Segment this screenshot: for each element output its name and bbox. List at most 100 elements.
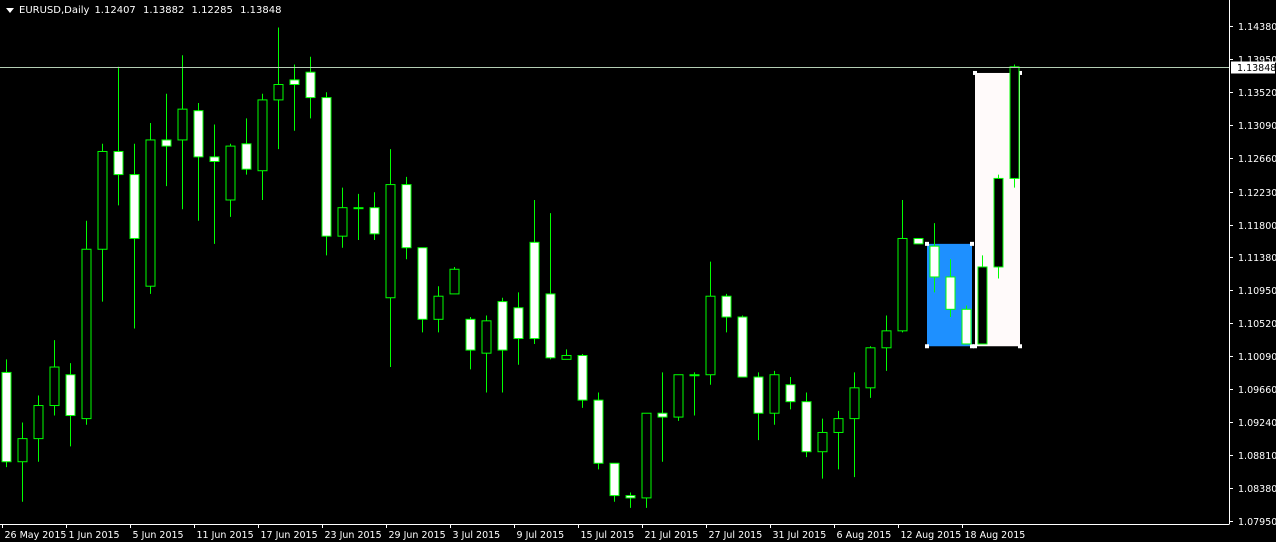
candle-body-bull (97, 150, 108, 250)
candle-body-bear (625, 495, 636, 499)
price-tick-label: 1.11800 (1238, 221, 1276, 232)
time-tick-label: 6 Aug 2015 (837, 530, 892, 541)
candle-body-bear (529, 241, 540, 340)
time-tick-label: 27 Jul 2015 (709, 530, 763, 541)
candle-body-bull (881, 330, 892, 349)
candle-body-bull (449, 268, 460, 295)
chart-background (0, 0, 1276, 542)
candle-body-bear (801, 401, 812, 453)
time-tick-label: 29 Jun 2015 (389, 530, 446, 541)
candle-body-bear (577, 354, 588, 401)
candle-body-bear (369, 207, 380, 235)
candle (1, 359, 12, 468)
close-value: 1.13848 (240, 4, 282, 16)
candle (673, 374, 684, 421)
price-tick-label: 1.13090 (1238, 121, 1276, 132)
candle-body-bear (513, 307, 524, 340)
candle-body-bull (561, 354, 572, 360)
symbol-info-bar: EURUSD,Daily 1.12407 1.13882 1.12285 1.1… (4, 3, 285, 17)
candle (1009, 64, 1020, 188)
time-tick-label: 11 Jun 2015 (197, 530, 254, 541)
candle-body-bear (129, 174, 140, 239)
candle-body-bull (817, 431, 828, 453)
candle-body-bear (593, 399, 604, 464)
candle (145, 122, 156, 294)
candle-body-bull (145, 139, 156, 287)
candle (737, 315, 748, 378)
low-value: 1.12285 (191, 4, 233, 16)
candle (641, 412, 652, 508)
selection-handle[interactable] (925, 344, 929, 349)
dropdown-triangle-icon[interactable] (6, 7, 14, 13)
candle-body-bull (849, 387, 860, 420)
candle-body-bull (385, 184, 396, 299)
candle-body-bear (321, 97, 332, 237)
candle-body-bear (785, 384, 796, 403)
time-tick-label: 31 Jul 2015 (773, 530, 827, 541)
candle (993, 174, 1004, 279)
candle-body-bull (705, 295, 716, 376)
candle-body-bear (465, 318, 476, 351)
candle-body-bear (401, 184, 412, 249)
time-tick-label: 12 Aug 2015 (901, 530, 962, 541)
candle-body-bear (753, 376, 764, 414)
selection-handle[interactable] (970, 241, 974, 246)
chart-window[interactable]: 1.14380 1.13950 1.13520 1.13090 1.12660 1.122… (0, 0, 1276, 542)
time-tick-label: 21 Jul 2015 (645, 530, 699, 541)
candle-body-bull (993, 177, 1004, 268)
selection-handle[interactable] (1018, 344, 1022, 349)
candle-body-bear (209, 156, 220, 162)
candle (449, 266, 460, 295)
time-tick-label: 5 Jun 2015 (133, 530, 184, 541)
candle-body-bear (737, 316, 748, 378)
candle-body-bear (241, 143, 252, 170)
price-tick-label: 1.14380 (1238, 22, 1276, 33)
candle-body-bull (833, 418, 844, 433)
candle (593, 392, 604, 470)
selection-handle[interactable] (973, 70, 977, 75)
candle-body-bear (305, 71, 316, 99)
symbol-timeframe: EURUSD,Daily (19, 4, 90, 16)
price-tick-label: 1.09660 (1238, 385, 1276, 396)
candle (401, 176, 412, 260)
candle-body-bull (337, 207, 348, 237)
price-tick-label: 1.10520 (1238, 319, 1276, 330)
candle (417, 247, 428, 333)
candle-body-bear (721, 295, 732, 318)
price-tick-label: 1.08810 (1238, 451, 1276, 462)
candle-body-bear (497, 301, 508, 351)
candle-body-bull (17, 438, 28, 463)
candle-body-bull (177, 108, 188, 141)
candle-body-bear (657, 412, 668, 418)
time-tick-label: 17 Jun 2015 (261, 530, 318, 541)
time-tick-label: 23 Jun 2015 (325, 530, 382, 541)
ohlc-values: 1.12407 1.13882 1.12285 1.13848 (94, 5, 285, 16)
candle-body-bear (945, 276, 956, 310)
candle-body-bull (769, 374, 780, 414)
candle-body-bear (193, 110, 204, 158)
candle-body-bear (545, 293, 556, 359)
time-tick-label: 26 May 2015 (5, 530, 67, 541)
candle-body-bear (113, 150, 124, 176)
candle-body-bull (273, 84, 284, 101)
selection-handle[interactable] (925, 241, 929, 246)
price-tick-label: 1.07950 (1238, 517, 1276, 528)
price-tick-label: 1.13520 (1238, 88, 1276, 99)
open-value: 1.12407 (94, 4, 136, 16)
candle-body-bull (257, 99, 268, 172)
high-value: 1.13882 (142, 4, 185, 16)
price-tick-label: 1.09240 (1238, 418, 1276, 429)
time-tick-label: 15 Jul 2015 (581, 530, 635, 541)
price-tick-label: 1.12230 (1238, 188, 1276, 199)
candle-body-bull (81, 248, 92, 420)
time-tick-label: 9 Jul 2015 (517, 530, 565, 541)
price-tick-label: 1.10950 (1238, 286, 1276, 297)
time-tick-label: 1 Jun 2015 (69, 530, 120, 541)
selection-handle[interactable] (973, 344, 977, 349)
candle (961, 305, 972, 345)
candle (801, 392, 812, 458)
candle-body-bear (161, 139, 172, 147)
candle-body-bull (433, 295, 444, 320)
price-chart[interactable]: 1.143801.139501.135201.130901.126601.122… (0, 0, 1276, 542)
time-tick-label: 18 Aug 2015 (965, 530, 1026, 541)
